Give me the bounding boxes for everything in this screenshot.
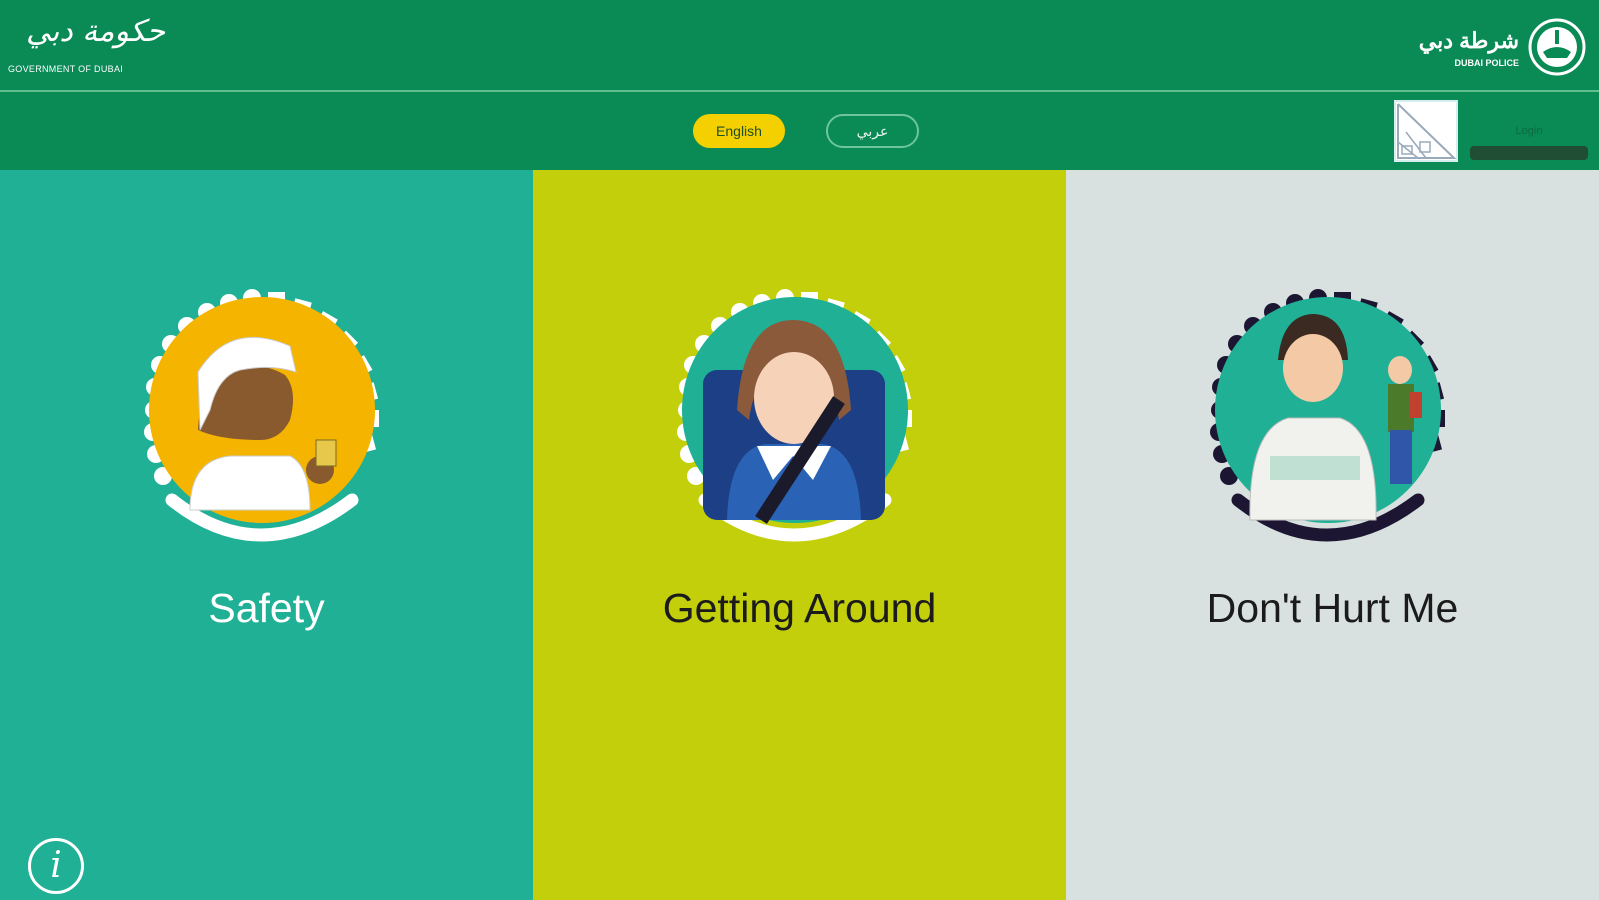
language-arabic-button[interactable]: عربي — [826, 114, 919, 148]
police-emblem-icon — [1528, 18, 1586, 76]
safety-title: Safety — [208, 585, 325, 631]
category-getting-around-panel[interactable]: Getting Around — [533, 170, 1066, 900]
getting-around-illustration — [653, 280, 953, 570]
gov-logo-english: GOVERNMENT OF DUBAI — [8, 64, 124, 74]
gov-logo-arabic: حكومة دبي — [26, 14, 166, 49]
boy-in-ghutra-illustration-icon — [144, 289, 379, 542]
language-english-button[interactable]: English — [693, 114, 785, 148]
getting-around-title: Getting Around — [662, 585, 937, 631]
info-icon[interactable]: i — [28, 838, 84, 894]
login-box[interactable]: Login — [1470, 124, 1588, 162]
profile-image-icon[interactable] — [1394, 100, 1458, 162]
boy-and-child-illustration-icon — [1210, 289, 1445, 542]
safety-illustration — [120, 280, 420, 570]
login-label: Login — [1515, 125, 1543, 137]
toolbar: English عربي Login — [0, 94, 1599, 170]
login-bar[interactable] — [1470, 146, 1588, 160]
category-safety-panel[interactable]: Safety — [0, 170, 533, 900]
girl-with-seatbelt-illustration-icon — [677, 289, 912, 542]
top-header: حكومة دبي GOVERNMENT OF DUBAI شرطة دبي D… — [0, 0, 1599, 92]
police-logo-english: DUBAI POLICE — [1454, 58, 1519, 68]
government-of-dubai-logo: حكومة دبي GOVERNMENT OF DUBAI — [8, 14, 168, 80]
dubai-police-logo: شرطة دبي DUBAI POLICE — [1419, 14, 1589, 80]
category-dont-hurt-me-panel[interactable]: Don't Hurt Me — [1066, 170, 1599, 900]
police-logo-arabic: شرطة دبي — [1418, 28, 1519, 53]
dont-hurt-me-title: Don't Hurt Me — [1206, 585, 1459, 631]
dont-hurt-me-illustration — [1186, 280, 1486, 570]
